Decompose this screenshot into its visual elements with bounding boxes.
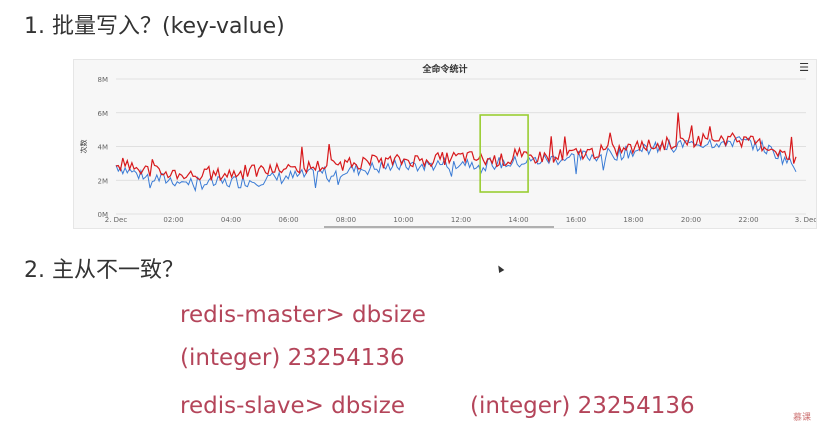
x-tick-label: 06:00 — [278, 216, 298, 224]
x-tick-label: 18:00 — [623, 216, 643, 224]
question-2-heading: 2. 主从不一致？ — [24, 258, 184, 283]
chart-menu-icon[interactable]: ☰ — [798, 62, 810, 73]
x-tick-label: 20:00 — [681, 216, 701, 224]
x-tick-label: 14:00 — [508, 216, 528, 224]
y-axis-label: 次数 — [79, 140, 88, 154]
slave-dbsize-command: redis-slave> dbsize — [180, 393, 405, 419]
y-tick-label: 4M — [98, 144, 109, 152]
brand-logo: 慕课 — [792, 413, 811, 423]
command-stats-chart: 全命令统计 0M 2M 4M 6M 8M 次数 2. Dec 02:00 04:00 06:00 08… — [73, 59, 817, 229]
x-tick-label: 3. Dec — [795, 216, 816, 224]
master-dbsize-result: (integer) 23254136 — [180, 345, 405, 371]
slave-dbsize-result: (integer) 23254136 — [470, 393, 695, 419]
x-tick-label: 2. Dec — [105, 216, 128, 224]
x-tick-label: 22:00 — [738, 216, 758, 224]
chart-title: 全命令统计 — [421, 63, 467, 75]
x-tick-label: 02:00 — [163, 216, 183, 224]
master-dbsize-command: redis-master> dbsize — [180, 302, 426, 328]
x-tick-label: 16:00 — [566, 216, 586, 224]
x-tick-label: 08:00 — [336, 216, 356, 224]
y-tick-label: 8M — [98, 76, 109, 84]
y-tick-label: 6M — [98, 110, 109, 118]
y-tick-label: 2M — [98, 177, 109, 185]
chart-canvas: 全命令统计0M2M4M6M8M次数2. Dec 02:00 04:00 06:00 08… — [79, 63, 816, 228]
question-1-heading: 1. 批量写入？(key-value) — [24, 14, 285, 39]
range-scrollbar — [324, 226, 554, 228]
x-tick-label: 10:00 — [393, 216, 413, 224]
x-tick-label: 12:00 — [451, 216, 471, 224]
mouse-cursor-icon — [495, 263, 505, 274]
x-tick-label: 04:00 — [221, 216, 241, 224]
